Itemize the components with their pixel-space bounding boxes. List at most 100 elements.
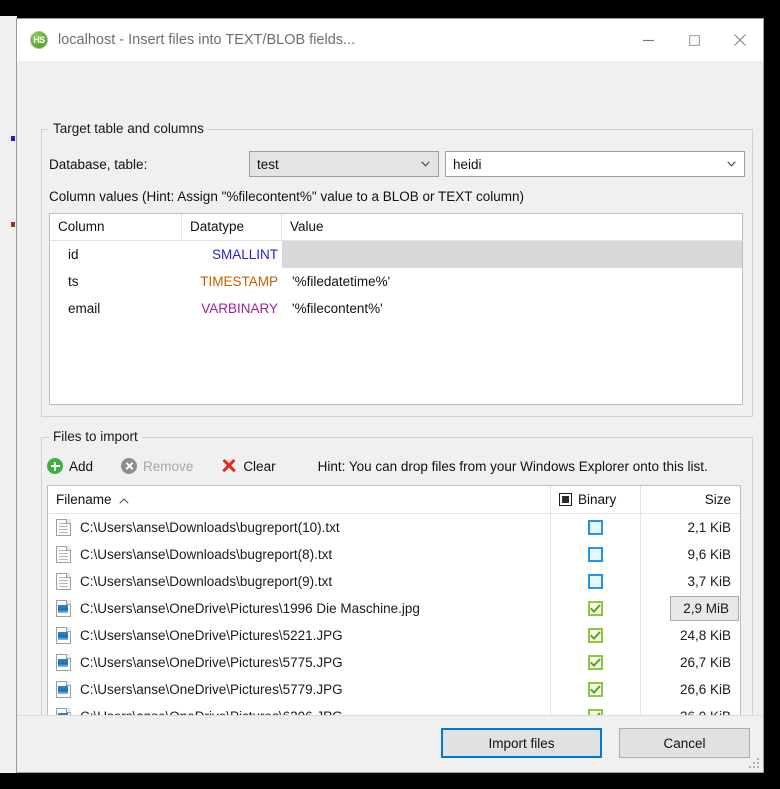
window-title: localhost - Insert files into TEXT/BLOB … (58, 32, 355, 48)
file-size-cell[interactable]: 9,6 KiB (640, 541, 740, 568)
image-file-icon (56, 627, 71, 644)
add-button[interactable]: Add (47, 458, 93, 474)
image-file-icon (56, 681, 71, 698)
file-name-cell[interactable]: C:\Users\anse\OneDrive\Pictures\1996 Die… (48, 600, 550, 617)
file-row[interactable]: C:\Users\anse\OneDrive\Pictures\5221.JPG… (48, 622, 740, 649)
binary-cell[interactable] (550, 574, 640, 589)
minimize-icon[interactable] (625, 19, 671, 61)
file-size-label: 26,7 KiB (680, 649, 740, 676)
grid-cell-datatype[interactable]: TIMESTAMP (182, 268, 282, 295)
column-header-binary[interactable]: Binary (550, 486, 640, 513)
binary-select-all-checkbox[interactable] (559, 493, 572, 506)
resize-grip[interactable] (747, 756, 759, 768)
database-select[interactable]: test (249, 151, 439, 177)
binary-cell[interactable] (550, 655, 640, 670)
column-values-hint: Column values (Hint: Assign "%fileconten… (49, 189, 524, 204)
file-row[interactable]: C:\Users\anse\Downloads\bugreport(9).txt… (48, 568, 740, 595)
file-row[interactable]: C:\Users\anse\OneDrive\Pictures\1996 Die… (48, 595, 740, 622)
file-name-cell[interactable]: C:\Users\anse\Downloads\bugreport(10).tx… (48, 519, 550, 536)
add-button-label: Add (69, 459, 93, 474)
dialog-body: Target table and columns Database, table… (17, 61, 763, 772)
file-size-label: 9,6 KiB (687, 541, 740, 568)
button-bar: Import files Cancel (17, 715, 763, 772)
file-size-label: 2,1 KiB (687, 514, 740, 541)
binary-cell[interactable] (550, 520, 640, 535)
remove-circle-icon (121, 458, 137, 474)
x-icon (221, 458, 237, 474)
checkbox-unchecked[interactable] (588, 520, 603, 535)
file-name-cell[interactable]: C:\Users\anse\Downloads\bugreport(9).txt (48, 573, 550, 590)
file-list[interactable]: Filename Binary Size C:\Users\ (47, 485, 741, 725)
file-name-cell[interactable]: C:\Users\anse\Downloads\bugreport(8).txt (48, 546, 550, 563)
file-name-cell[interactable]: C:\Users\anse\OneDrive\Pictures\5221.JPG (48, 627, 550, 644)
grid-cell-column[interactable]: email (50, 295, 182, 322)
grid-row[interactable]: tsTIMESTAMP'%filedatetime%' (50, 268, 742, 295)
table-select[interactable]: heidi (445, 151, 745, 177)
grid-header-datatype[interactable]: Datatype (182, 214, 282, 240)
file-row[interactable]: C:\Users\anse\OneDrive\Pictures\5779.JPG… (48, 676, 740, 703)
file-name-label: C:\Users\anse\Downloads\bugreport(9).txt (80, 574, 332, 589)
file-row[interactable]: C:\Users\anse\OneDrive\Pictures\5775.JPG… (48, 649, 740, 676)
file-size-cell[interactable]: 2,1 KiB (640, 514, 740, 541)
checkbox-checked[interactable] (588, 628, 603, 643)
cancel-button[interactable]: Cancel (619, 728, 750, 758)
column-header-size[interactable]: Size (640, 486, 740, 513)
text-file-icon (56, 573, 71, 590)
grid-header-value[interactable]: Value (282, 214, 742, 240)
file-name-cell[interactable]: C:\Users\anse\OneDrive\Pictures\5779.JPG (48, 681, 550, 698)
file-row[interactable]: C:\Users\anse\Downloads\bugreport(10).tx… (48, 514, 740, 541)
file-size-cell[interactable]: 26,7 KiB (640, 649, 740, 676)
binary-cell[interactable] (550, 682, 640, 697)
clear-button[interactable]: Clear (221, 458, 275, 474)
window-controls (625, 19, 763, 61)
file-size-cell[interactable]: 26,6 KiB (640, 676, 740, 703)
file-size-cell[interactable]: 3,7 KiB (640, 568, 740, 595)
grid-row[interactable]: idSMALLINT (50, 241, 742, 268)
column-values-grid[interactable]: Column Datatype Value idSMALLINTtsTIMEST… (49, 213, 743, 405)
background-artifact (11, 222, 15, 227)
grid-cell-datatype[interactable]: SMALLINT (182, 241, 282, 268)
close-icon[interactable] (717, 19, 763, 61)
text-file-icon (56, 519, 71, 536)
file-name-label: C:\Users\anse\Downloads\bugreport(10).tx… (80, 520, 340, 535)
binary-cell[interactable] (550, 547, 640, 562)
column-header-binary-label: Binary (578, 486, 616, 513)
grid-cell-column[interactable]: ts (50, 268, 182, 295)
database-table-label: Database, table: (49, 157, 249, 172)
checkbox-checked[interactable] (588, 601, 603, 616)
grid-cell-value[interactable]: '%filedatetime%' (282, 268, 742, 295)
checkbox-unchecked[interactable] (588, 574, 603, 589)
file-name-label: C:\Users\anse\Downloads\bugreport(8).txt (80, 547, 332, 562)
file-name-label: C:\Users\anse\OneDrive\Pictures\5221.JPG (80, 628, 343, 643)
import-files-button[interactable]: Import files (441, 728, 602, 758)
grid-row[interactable]: emailVARBINARY'%filecontent%' (50, 295, 742, 322)
file-name-label: C:\Users\anse\OneDrive\Pictures\5775.JPG (80, 655, 343, 670)
checkbox-unchecked[interactable] (588, 547, 603, 562)
files-toolbar: Add Remove Clear Hint: You can drop file… (47, 453, 747, 479)
file-size-cell[interactable]: 24,8 KiB (640, 622, 740, 649)
background-window-sliver (0, 16, 17, 773)
grid-cell-column[interactable]: id (50, 241, 182, 268)
target-group-content: Database, table: test heidi Colu (41, 129, 753, 417)
checkbox-checked[interactable] (588, 682, 603, 697)
grid-cell-value[interactable]: '%filecontent%' (282, 295, 742, 322)
file-row[interactable]: C:\Users\anse\Downloads\bugreport(8).txt… (48, 541, 740, 568)
file-name-cell[interactable]: C:\Users\anse\OneDrive\Pictures\5775.JPG (48, 654, 550, 671)
chevron-up-icon (119, 486, 129, 513)
column-divider[interactable] (550, 513, 551, 724)
maximize-icon[interactable] (671, 19, 717, 61)
file-size-cell[interactable]: 2,9 MiB (640, 595, 740, 622)
plus-circle-icon (47, 458, 63, 474)
file-name-label: C:\Users\anse\OneDrive\Pictures\5779.JPG (80, 682, 343, 697)
target-table-group: Target table and columns Database, table… (41, 121, 753, 417)
drop-files-hint: Hint: You can drop files from your Windo… (318, 459, 747, 474)
grid-header-column[interactable]: Column (50, 214, 182, 240)
binary-cell[interactable] (550, 628, 640, 643)
grid-cell-value[interactable] (282, 241, 742, 268)
binary-cell[interactable] (550, 601, 640, 616)
checkbox-checked[interactable] (588, 655, 603, 670)
image-file-icon (56, 600, 71, 617)
remove-button[interactable]: Remove (121, 458, 193, 474)
column-header-filename[interactable]: Filename (48, 486, 550, 513)
grid-cell-datatype[interactable]: VARBINARY (182, 295, 282, 322)
